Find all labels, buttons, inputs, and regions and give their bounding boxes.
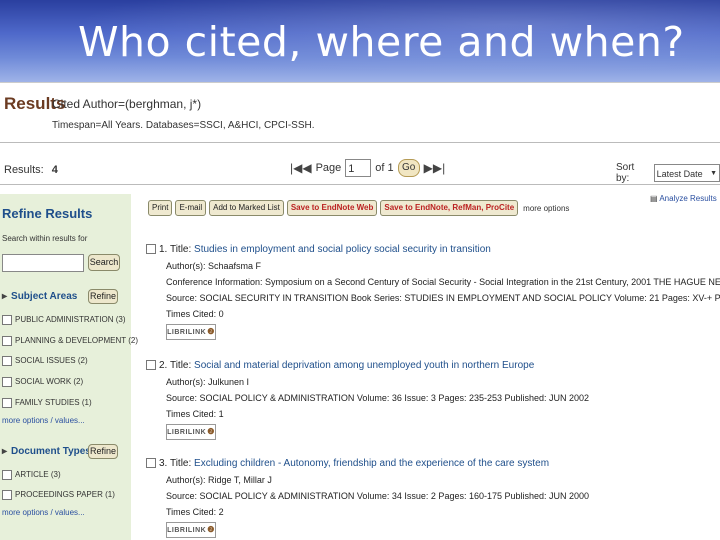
refine-sidebar — [0, 194, 131, 540]
record-title-link[interactable]: Excluding children - Autonomy, friendshi… — [194, 458, 549, 469]
facet-item[interactable]: FAMILY STUDIES (1) — [2, 398, 92, 408]
record-source: Source: SOCIAL SECURITY IN TRANSITION Bo… — [166, 293, 720, 303]
save-to-endnote-web-button[interactable]: Save to EndNote Web — [286, 200, 378, 216]
results-toolbar: Print E-mail Add to Marked List Save to … — [148, 200, 569, 216]
facet-item[interactable]: SOCIAL ISSUES (2) — [2, 356, 88, 366]
subject-areas-heading[interactable]: Subject Areas — [2, 291, 77, 302]
results-count: Results: 4 — [4, 164, 58, 176]
cited-author-query: Cited Author=(berghman, j*) — [52, 97, 202, 111]
facet-item[interactable]: SOCIAL WORK (2) — [2, 377, 83, 387]
facet-item[interactable]: PLANNING & DEVELOPMENT (2) — [2, 336, 138, 346]
record-conference: Conference Information: Symposium on a S… — [166, 277, 720, 287]
record-title-link[interactable]: Social and material deprivation among un… — [194, 360, 534, 371]
checkbox[interactable] — [2, 315, 12, 325]
facet-item[interactable]: PROCEEDINGS PAPER (1) — [2, 490, 115, 500]
email-button[interactable]: E-mail — [175, 200, 207, 216]
pagination: |◀◀ Page 1 of 1 Go ▶▶| — [290, 159, 445, 177]
slide-title: Who cited, where and when? — [78, 18, 685, 66]
sort-select[interactable]: Latest Date — [653, 164, 720, 183]
save-to-endnote-refman-procite-button[interactable]: Save to EndNote, RefMan, ProCite — [380, 200, 519, 216]
divider — [0, 82, 720, 83]
search-within-label: Search within results for — [2, 234, 88, 243]
record-number: 3. — [159, 458, 168, 469]
librilink-button[interactable]: LIBRILINK — [166, 522, 216, 538]
result-record: 3. Title: Excluding children - Autonomy,… — [146, 456, 589, 538]
results-label: Results: — [4, 164, 44, 176]
more-options-link[interactable]: more options — [523, 204, 569, 213]
doctype-more-options-link[interactable]: more options / values... — [2, 508, 85, 517]
record-times-cited[interactable]: Times Cited: 0 — [166, 306, 720, 322]
sort-control: Sort by: Latest Date — [616, 162, 720, 184]
add-to-marked-list-button[interactable]: Add to Marked List — [209, 200, 284, 216]
record-times-cited[interactable]: Times Cited: 2 — [166, 504, 589, 520]
record-authors: Author(s): Ridge T, Millar J — [166, 475, 272, 485]
subject-more-options-link[interactable]: more options / values... — [2, 416, 85, 425]
timespan-databases: Timespan=All Years. Databases=SSCI, A&HC… — [52, 120, 315, 131]
checkbox[interactable] — [2, 377, 12, 387]
record-checkbox[interactable] — [146, 244, 156, 255]
refine-results-heading: Refine Results — [2, 206, 93, 221]
checkbox[interactable] — [2, 398, 12, 408]
librilink-button[interactable]: LIBRILINK — [166, 424, 216, 440]
go-button[interactable]: Go — [397, 159, 420, 177]
record-authors: Author(s): Schaafsma F — [166, 261, 262, 271]
facet-item[interactable]: PUBLIC ADMINISTRATION (3) — [2, 315, 126, 325]
last-page-icon[interactable]: ▶▶| — [424, 161, 446, 175]
analyze-results-link[interactable]: Analyze Results — [650, 194, 716, 203]
page-number-input[interactable]: 1 — [345, 159, 372, 177]
page-label: Page — [315, 162, 342, 174]
print-button[interactable]: Print — [148, 200, 173, 216]
result-record: 2. Title: Social and material deprivatio… — [146, 358, 589, 440]
checkbox[interactable] — [2, 336, 12, 346]
record-source: Source: SOCIAL POLICY & ADMINISTRATION V… — [166, 491, 590, 501]
refine-doctype-button[interactable]: Refine — [88, 444, 118, 459]
screenshot-area: Results Cited Author=(berghman, j*) Time… — [0, 82, 720, 540]
results-number: 4 — [51, 164, 58, 176]
record-number: 2. — [159, 360, 168, 371]
refine-subject-button[interactable]: Refine — [88, 289, 118, 304]
librilink-button[interactable]: LIBRILINK — [166, 324, 216, 340]
result-record: 1. Title: Studies in employment and soci… — [146, 242, 720, 340]
record-checkbox[interactable] — [146, 458, 156, 469]
title-label: Title: — [169, 360, 192, 371]
search-within-input[interactable] — [2, 254, 84, 272]
record-checkbox[interactable] — [146, 360, 156, 371]
record-source: Source: SOCIAL POLICY & ADMINISTRATION V… — [166, 393, 590, 403]
first-page-icon[interactable]: |◀◀ — [290, 161, 312, 175]
slide-header: Who cited, where and when? — [0, 0, 720, 82]
record-title-link[interactable]: Studies in employment and social policy … — [194, 244, 491, 255]
page-of-label: of 1 — [375, 162, 394, 174]
sort-label: Sort by: — [616, 162, 635, 184]
record-times-cited[interactable]: Times Cited: 1 — [166, 406, 589, 422]
facet-item[interactable]: ARTICLE (3) — [2, 470, 61, 480]
checkbox[interactable] — [2, 470, 12, 480]
record-number: 1. — [159, 244, 168, 255]
document-types-heading[interactable]: Document Types — [2, 446, 91, 457]
checkbox[interactable] — [2, 490, 12, 500]
title-label: Title: — [169, 458, 192, 469]
checkbox[interactable] — [2, 356, 12, 366]
divider — [0, 184, 720, 185]
divider — [0, 142, 720, 143]
record-authors: Author(s): Julkunen I — [166, 377, 250, 387]
search-within-button[interactable]: Search — [88, 254, 120, 271]
title-label: Title: — [169, 244, 192, 255]
